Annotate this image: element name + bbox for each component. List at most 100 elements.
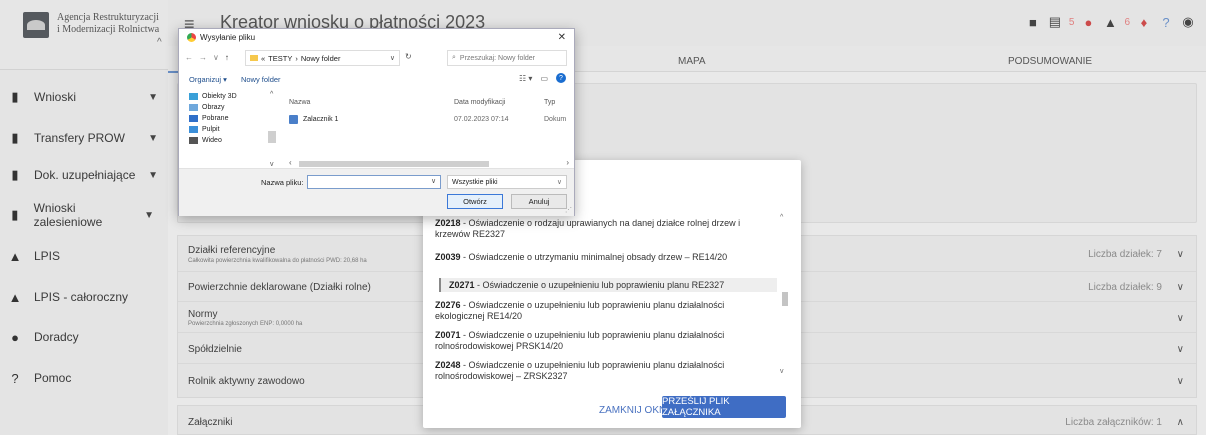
- scroll-up-icon[interactable]: ^: [270, 91, 273, 98]
- print-icon[interactable]: ▤: [1047, 14, 1063, 30]
- word-document-icon: [289, 115, 298, 124]
- sidebar-item-doradcy[interactable]: ● Doradcy: [0, 322, 168, 352]
- chevron-down-icon: ∨: [1176, 376, 1184, 387]
- column-modified[interactable]: Data modyfikacji: [454, 99, 505, 106]
- warning-icon[interactable]: ▲: [1102, 14, 1118, 30]
- sidebar-item-transfery-prow[interactable]: ▮ Transfery PROW ▼: [0, 123, 168, 153]
- document-icon: ▮: [11, 207, 19, 222]
- filename-input[interactable]: [307, 175, 441, 189]
- list-item-selected[interactable]: Z0271 - Oświadczenie o uzupełnieniu lub …: [439, 278, 777, 292]
- chevron-down-icon: ∨: [1176, 249, 1184, 260]
- top-icons: ■ ▤ 5 ● ▲ 6 ♦ ? ◉: [1025, 14, 1196, 30]
- scrollbar-thumb[interactable]: [782, 292, 788, 306]
- pictures-icon: [189, 104, 198, 111]
- cancel-button[interactable]: Anuluj: [511, 194, 567, 209]
- back-arrow-icon[interactable]: ←: [185, 53, 193, 62]
- terrain-icon: ▲: [8, 248, 22, 264]
- chevron-down-icon: ∨: [1176, 282, 1184, 293]
- chevron-up-icon: ∧: [1176, 417, 1184, 428]
- open-button[interactable]: Otwórz: [447, 194, 503, 209]
- file-upload-dialog: Wysyłanie pliku ✕ ← → ∨ ↑ « TESTY › Nowy…: [178, 28, 575, 216]
- sidebar-item-pomoc[interactable]: ? Pomoc: [0, 363, 168, 393]
- scroll-down-icon[interactable]: v: [270, 161, 274, 168]
- close-icon[interactable]: ✕: [558, 32, 566, 43]
- sidebar-item-wnioski-zalesieniowe[interactable]: ▮ Wnioski zalesieniowe ▼: [0, 200, 168, 230]
- scrollbar-thumb[interactable]: [299, 161, 489, 167]
- scroll-up-icon[interactable]: ^: [780, 214, 783, 221]
- error-icon[interactable]: ●: [1080, 14, 1096, 30]
- document-icon: ▮: [11, 130, 19, 145]
- search-icon: ⌕: [452, 54, 456, 61]
- sidebar-item-lpis-caloroczny[interactable]: ▲ LPIS - całoroczny: [0, 282, 168, 312]
- scroll-down-icon[interactable]: v: [780, 368, 784, 375]
- horizontal-scrollbar[interactable]: ‹ ›: [289, 158, 569, 168]
- new-folder-button[interactable]: Nowy folder: [241, 75, 281, 84]
- chevron-down-icon[interactable]: ∨: [390, 54, 395, 62]
- tree-item-wideo[interactable]: Wideo: [189, 135, 279, 146]
- arimr-logo: [23, 12, 49, 38]
- dialog-toolbar: Organizuj ▾ Nowy folder: [189, 75, 281, 84]
- preview-pane-icon[interactable]: ▭: [540, 74, 548, 83]
- address-bar[interactable]: « TESTY › Nowy folder ∨: [245, 50, 400, 66]
- column-name[interactable]: Nazwa: [289, 99, 310, 106]
- scroll-left-icon[interactable]: ‹: [289, 158, 292, 167]
- browser-icon: [187, 33, 196, 42]
- 3d-objects-icon: [189, 93, 198, 100]
- forward-arrow-icon[interactable]: →: [199, 53, 207, 62]
- collapse-caret-icon[interactable]: ^: [157, 37, 162, 48]
- resize-grip-icon[interactable]: ⋰: [565, 206, 572, 214]
- bell-icon[interactable]: ♦: [1136, 14, 1152, 30]
- tab-podsumowanie[interactable]: PODSUMOWANIE: [1008, 56, 1092, 67]
- sidebar-item-wnioski[interactable]: ▮ Wnioski ▼: [0, 82, 168, 112]
- folder-icon: [250, 55, 258, 61]
- sidebar-item-dok-uzupelniajace[interactable]: ▮ Dok. uzupełniające ▼: [0, 160, 168, 190]
- tree-item-pulpit[interactable]: Pulpit: [189, 124, 279, 135]
- chevron-down-icon: ∨: [1176, 313, 1184, 324]
- tree-item-obrazy[interactable]: Obrazy: [189, 102, 279, 113]
- tree-scrollbar-thumb[interactable]: [268, 131, 276, 143]
- chevron-down-icon[interactable]: ∨: [213, 53, 219, 62]
- list-item[interactable]: Z0218 - Oświadczenie o rodzaju uprawiany…: [435, 218, 775, 240]
- list-item[interactable]: Z0248 - Oświadczenie o uzupełnieniu lub …: [435, 360, 775, 382]
- sidebar-item-lpis[interactable]: ▲ LPIS: [0, 241, 168, 271]
- sidebar-item-label: Wnioski: [34, 90, 77, 104]
- refresh-icon[interactable]: ↻: [405, 52, 412, 61]
- dialog-footer: Nazwa pliku: ∨ Wszystkie pliki ∨ Otwórz …: [179, 168, 574, 216]
- sidebar-item-label: Doradcy: [34, 330, 79, 344]
- scroll-right-icon[interactable]: ›: [566, 158, 569, 167]
- list-item[interactable]: Z0039 - Oświadczenie o utrzymaniu minima…: [435, 252, 775, 263]
- help-icon[interactable]: ?: [556, 73, 566, 83]
- chevron-down-icon: ▼: [148, 169, 158, 181]
- document-icon: ▮: [11, 167, 19, 182]
- save-icon[interactable]: ■: [1025, 14, 1041, 30]
- organize-button[interactable]: Organizuj ▾: [189, 75, 227, 84]
- column-type[interactable]: Typ: [544, 99, 555, 106]
- folder-tree: Obiekty 3D Obrazy Pobrane Pulpit Wideo: [189, 91, 279, 146]
- chevron-down-icon: ▼: [148, 91, 158, 103]
- view-options-icon[interactable]: ☷ ▾: [519, 74, 532, 83]
- sidebar-item-label: Transfery PROW: [34, 131, 125, 145]
- sidebar-item-label: Wnioski zalesieniowe: [33, 201, 103, 229]
- nav-buttons: ← → ∨ ↑: [185, 53, 229, 62]
- chevron-down-icon[interactable]: ∨: [431, 177, 436, 185]
- tab-mapa[interactable]: MAPA: [678, 56, 706, 67]
- list-item[interactable]: Z0071 - Oświadczenie o uzupełnieniu lub …: [435, 330, 775, 352]
- file-type-select[interactable]: Wszystkie pliki ∨: [447, 175, 567, 189]
- chevron-down-icon: ▼: [144, 209, 154, 221]
- up-arrow-icon[interactable]: ↑: [225, 53, 229, 62]
- search-input[interactable]: ⌕ Przeszukaj: Nowy folder: [447, 50, 567, 66]
- tree-item-pobrane[interactable]: Pobrane: [189, 113, 279, 124]
- chevron-down-icon: ∨: [556, 179, 562, 186]
- help-icon[interactable]: ?: [1158, 14, 1174, 30]
- desktop-icon: [189, 126, 198, 133]
- dialog-title-bar: Wysyłanie pliku: [187, 33, 255, 42]
- account-icon[interactable]: ◉: [1180, 14, 1196, 30]
- filename-label: Nazwa pliku:: [261, 178, 304, 187]
- tree-item-obiekty-3d[interactable]: Obiekty 3D: [189, 91, 279, 102]
- sidebar-item-label: Pomoc: [34, 371, 72, 385]
- send-attachment-button[interactable]: PRZEŚLIJ PLIK ZAŁĄCZNIKA: [662, 396, 786, 418]
- chevron-down-icon: ∨: [1176, 344, 1184, 355]
- download-icon: [189, 115, 198, 122]
- chevron-down-icon: ▼: [148, 132, 158, 144]
- list-item[interactable]: Z0276 - Oświadczenie o uzupełnieniu lub …: [435, 300, 775, 322]
